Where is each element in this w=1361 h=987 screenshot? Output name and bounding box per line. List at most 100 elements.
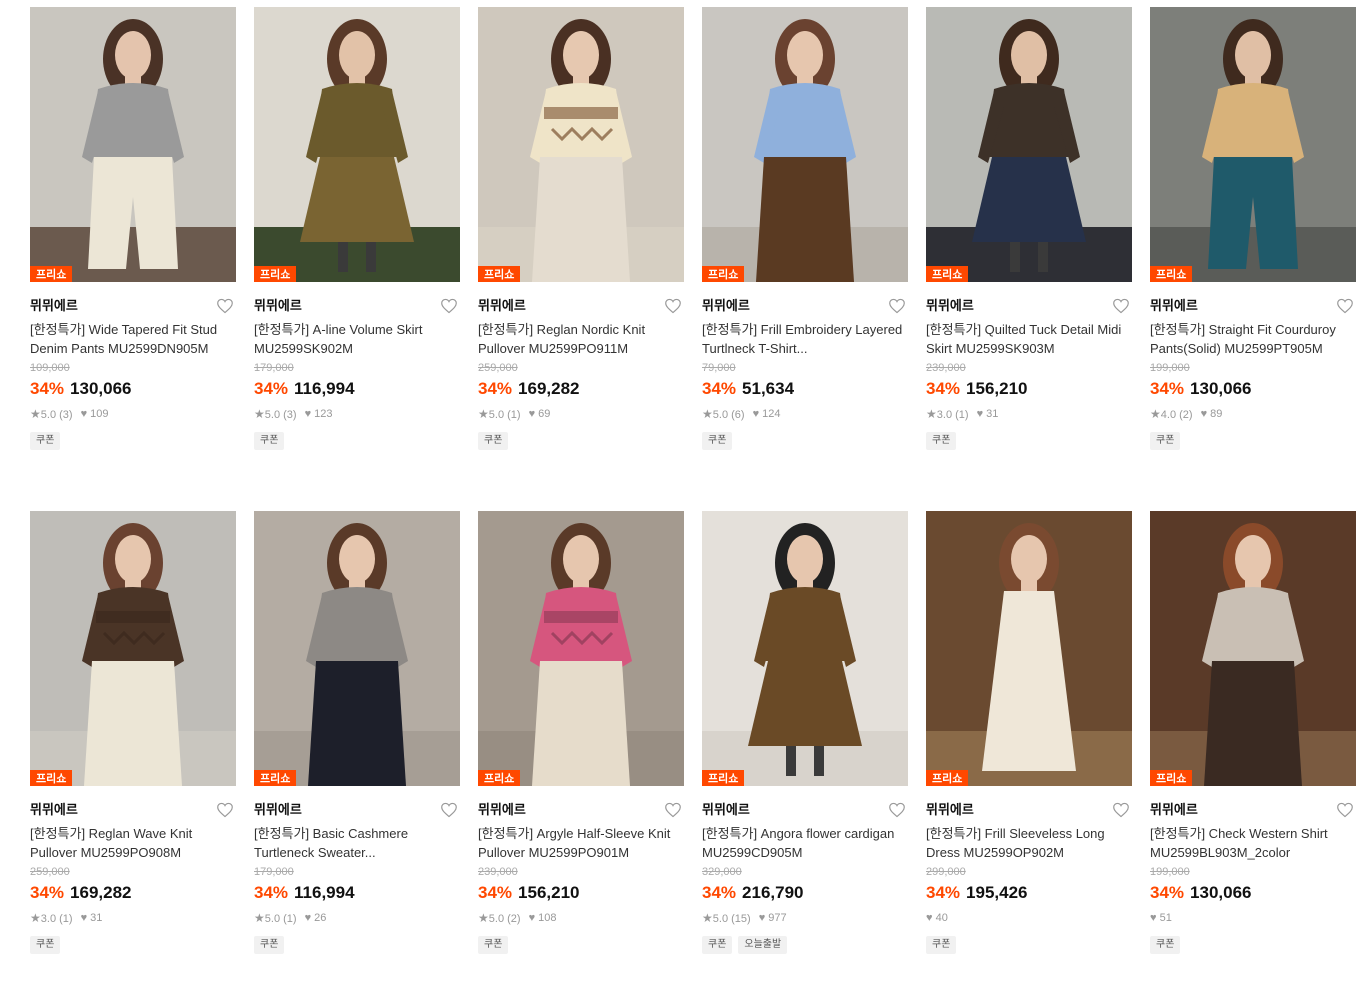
product-card[interactable]: 프리쇼 뮈뮈에르 [한정특가] Reglan Nordic Knit Pullo… [478,7,684,483]
heart-icon[interactable] [664,298,682,314]
tag-list: 쿠폰 [478,936,684,954]
product-card[interactable]: 프리쇼 뮈뮈에르 [한정특가] Straight Fit Courduroy P… [1150,7,1356,483]
product-image[interactable]: 프리쇼 [702,7,908,282]
product-image[interactable]: 프리쇼 [926,7,1132,282]
brand-name[interactable]: 뮈뮈에르 [254,802,302,817]
product-grid: 프리쇼 뮈뮈에르 [한정특가] Wide Tapered Fit Stud De… [30,7,1356,987]
presale-badge: 프리쇼 [478,266,521,282]
review-meta: ★5.0 (3) ♥ 123 [254,406,460,422]
product-image[interactable]: 프리쇼 [30,511,236,786]
review-meta: ★4.0 (2) ♥ 89 [1150,406,1356,422]
brand-name[interactable]: 뮈뮈에르 [702,298,750,313]
product-image[interactable]: 프리쇼 [478,7,684,282]
discount-rate: 34% [254,883,289,902]
star-icon: ★ [478,910,489,925]
brand-name[interactable]: 뮈뮈에르 [926,802,974,817]
original-price: 259,000 [478,362,518,374]
product-title[interactable]: [한정특가] Reglan Wave Knit Pullover MU2599P… [30,824,236,862]
product-image[interactable]: 프리쇼 [254,7,460,282]
likes: ♥ 69 [528,408,551,420]
brand-name[interactable]: 뮈뮈에르 [478,802,526,817]
original-price: 259,000 [30,866,70,878]
brand-name[interactable]: 뮈뮈에르 [478,298,526,313]
product-image[interactable]: 프리쇼 [478,511,684,786]
product-image[interactable]: 프리쇼 [926,511,1132,786]
presale-badge: 프리쇼 [478,770,521,786]
tag-list: 쿠폰 [254,432,460,450]
star-icon: ★ [30,406,41,421]
product-title[interactable]: [한정특가] Basic Cashmere Turtleneck Sweater… [254,824,460,862]
star-icon: ★ [30,910,41,925]
product-title[interactable]: [한정특가] Check Western Shirt MU2599BL903M_… [1150,824,1356,862]
product-card[interactable]: 프리쇼 뮈뮈에르 [한정특가] Wide Tapered Fit Stud De… [30,7,236,483]
like-heart-icon: ♥ [528,912,536,924]
heart-icon[interactable] [888,802,906,818]
product-image[interactable]: 프리쇼 [702,511,908,786]
product-image[interactable]: 프리쇼 [30,7,236,282]
tag-label: 쿠폰 [478,432,509,450]
rating: ★5.0 (2) [478,910,521,925]
product-card[interactable]: 프리쇼 뮈뮈에르 [한정특가] Angora flower cardigan M… [702,511,908,987]
tag-list: 쿠폰 [30,432,236,450]
heart-icon[interactable] [888,298,906,314]
product-title[interactable]: [한정특가] Wide Tapered Fit Stud Denim Pants… [30,320,236,358]
review-meta: ★3.0 (1) ♥ 31 [926,406,1132,422]
product-card[interactable]: 프리쇼 뮈뮈에르 [한정특가] A-line Volume Skirt MU25… [254,7,460,483]
discount-rate: 34% [926,883,961,902]
brand-name[interactable]: 뮈뮈에르 [702,802,750,817]
product-image[interactable]: 프리쇼 [254,511,460,786]
product-title[interactable]: [한정특가] Straight Fit Courduroy Pants(Soli… [1150,320,1356,358]
sale-price: 51,634 [742,379,795,398]
rating: ★5.0 (6) [702,406,745,421]
product-image[interactable]: 프리쇼 [1150,7,1356,282]
presale-badge: 프리쇼 [254,770,297,786]
discount-rate: 34% [30,379,65,398]
tag-label: 쿠폰 [254,936,285,954]
heart-icon[interactable] [440,802,458,818]
likes: ♥ 977 [758,912,787,924]
likes: ♥ 108 [528,912,557,924]
presale-badge: 프리쇼 [254,266,297,282]
brand-name[interactable]: 뮈뮈에르 [30,298,78,313]
tag-label: 쿠폰 [702,432,733,450]
presale-badge: 프리쇼 [30,770,73,786]
heart-icon[interactable] [216,298,234,314]
product-card[interactable]: 프리쇼 뮈뮈에르 [한정특가] Reglan Wave Knit Pullove… [30,511,236,987]
product-title[interactable]: [한정특가] Reglan Nordic Knit Pullover MU259… [478,320,684,358]
sale-price: 156,210 [518,883,580,902]
product-title[interactable]: [한정특가] Frill Sleeveless Long Dress MU259… [926,824,1132,862]
rating: ★5.0 (1) [478,406,521,421]
discount-rate: 34% [702,379,737,398]
star-icon: ★ [254,406,265,421]
heart-icon[interactable] [1336,802,1354,818]
product-title[interactable]: [한정특가] Angora flower cardigan MU2599CD90… [702,824,908,862]
brand-name[interactable]: 뮈뮈에르 [254,298,302,313]
heart-icon[interactable] [1112,298,1130,314]
heart-icon[interactable] [1112,802,1130,818]
heart-icon[interactable] [216,802,234,818]
original-price: 179,000 [254,866,294,878]
rating: ★5.0 (3) [30,406,73,421]
presale-badge: 프리쇼 [926,266,969,282]
heart-icon[interactable] [664,802,682,818]
product-card[interactable]: 프리쇼 뮈뮈에르 [한정특가] Check Western Shirt MU25… [1150,511,1356,987]
heart-icon[interactable] [440,298,458,314]
heart-icon[interactable] [1336,298,1354,314]
product-card[interactable]: 프리쇼 뮈뮈에르 [한정특가] Frill Sleeveless Long Dr… [926,511,1132,987]
likes: ♥ 89 [1200,408,1223,420]
product-title[interactable]: [한정특가] Quilted Tuck Detail Midi Skirt MU… [926,320,1132,358]
product-card[interactable]: 프리쇼 뮈뮈에르 [한정특가] Quilted Tuck Detail Midi… [926,7,1132,483]
discount-rate: 34% [1150,379,1185,398]
likes: ♥ 124 [752,408,781,420]
product-card[interactable]: 프리쇼 뮈뮈에르 [한정특가] Argyle Half-Sleeve Knit … [478,511,684,987]
product-image[interactable]: 프리쇼 [1150,511,1356,786]
brand-name[interactable]: 뮈뮈에르 [30,802,78,817]
product-card[interactable]: 프리쇼 뮈뮈에르 [한정특가] Basic Cashmere Turtlenec… [254,511,460,987]
product-title[interactable]: [한정특가] Frill Embroidery Layered Turtlnec… [702,320,908,358]
product-card[interactable]: 프리쇼 뮈뮈에르 [한정특가] Frill Embroidery Layered… [702,7,908,483]
brand-name[interactable]: 뮈뮈에르 [1150,802,1198,817]
product-title[interactable]: [한정특가] Argyle Half-Sleeve Knit Pullover … [478,824,684,862]
brand-name[interactable]: 뮈뮈에르 [926,298,974,313]
brand-name[interactable]: 뮈뮈에르 [1150,298,1198,313]
product-title[interactable]: [한정특가] A-line Volume Skirt MU2599SK902M [254,320,460,358]
